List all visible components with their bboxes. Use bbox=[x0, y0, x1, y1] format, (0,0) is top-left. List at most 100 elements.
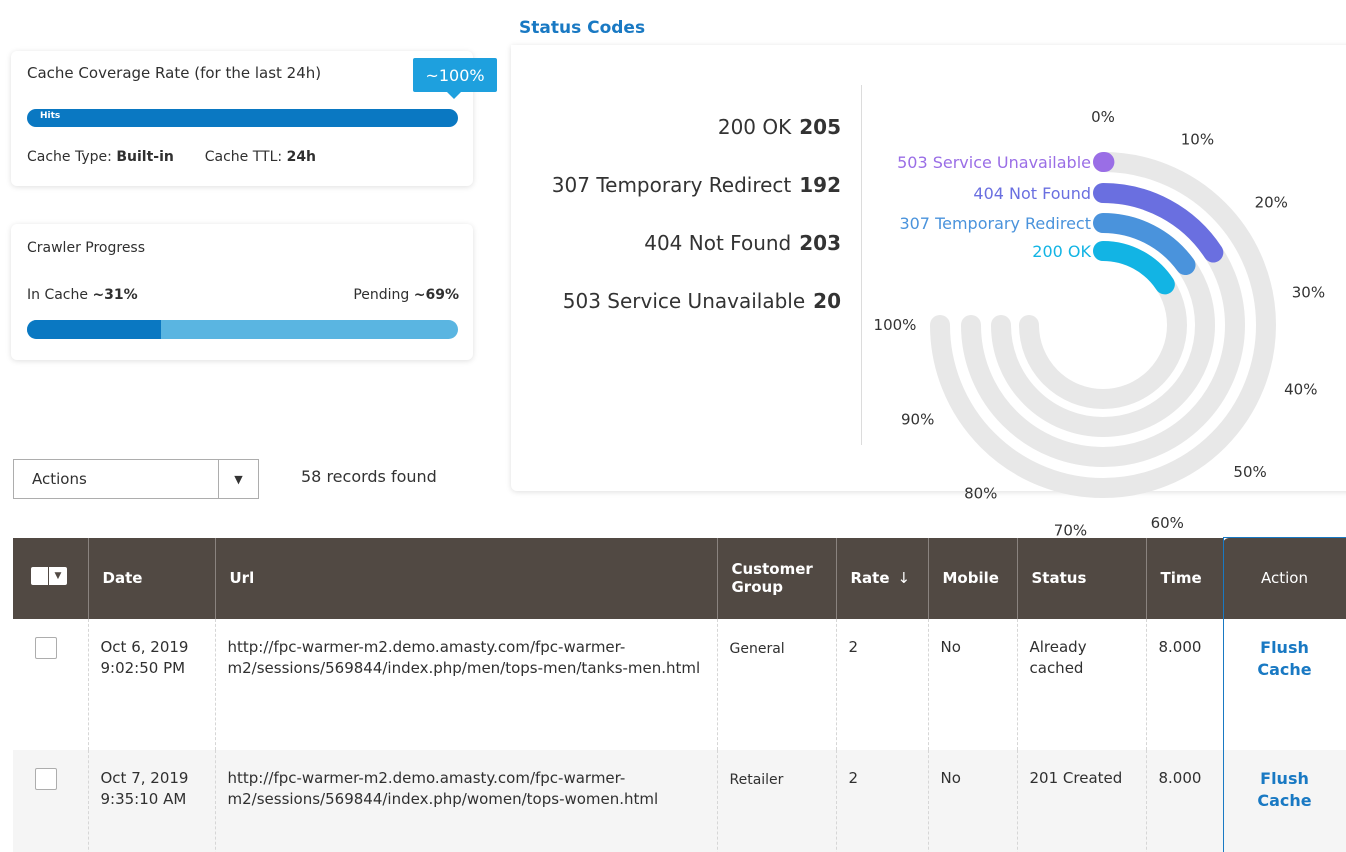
column-header-customer-group[interactable]: Customer Group bbox=[716, 537, 836, 619]
caret-down-icon[interactable]: ▼ bbox=[49, 567, 67, 585]
status-codes-panel: 200 OK 205 307 Temporary Redirect 192 404 … bbox=[511, 45, 1346, 539]
pending-text: Pending ~69% bbox=[353, 287, 459, 303]
column-header-mobile[interactable]: Mobile bbox=[927, 537, 1017, 619]
column-header-url[interactable]: Url bbox=[214, 537, 717, 619]
radial-track-0 bbox=[930, 152, 1276, 498]
status-row-307: 307 Temporary Redirect 192 bbox=[552, 173, 841, 231]
records-count: 58 records found bbox=[301, 467, 437, 486]
time-cell: 8.000 bbox=[1145, 618, 1223, 750]
panel-divider bbox=[861, 85, 862, 445]
hits-progress-bar: Hits bbox=[27, 109, 458, 127]
cache-meta: Cache Type: Built-in Cache TTL: 24h bbox=[27, 149, 316, 165]
crawler-progress-title: Crawler Progress bbox=[27, 240, 146, 256]
action-cell: Flush Cache bbox=[1222, 618, 1346, 750]
row-checkbox-cell bbox=[13, 618, 88, 750]
column-header-action: Action bbox=[1222, 537, 1346, 619]
date-value: Oct 7, 2019 bbox=[100, 768, 189, 787]
status-row-404: 404 Not Found 203 bbox=[552, 231, 841, 289]
row-checkbox-cell bbox=[13, 749, 88, 852]
radial-scale-label: 10% bbox=[1181, 131, 1214, 149]
table-row: Oct 6, 2019 9:02:50 PM http://fpc-warmer-… bbox=[13, 618, 1346, 750]
rate-cell: 2 bbox=[835, 749, 928, 852]
in-cache-label: In Cache bbox=[27, 287, 88, 303]
status-count: 205 bbox=[799, 115, 841, 139]
status-cell: Already cached bbox=[1016, 618, 1146, 750]
status-list: 200 OK 205 307 Temporary Redirect 192 404 … bbox=[552, 115, 841, 347]
status-label: 200 OK bbox=[717, 115, 792, 139]
actions-dropdown[interactable]: Actions ▼ bbox=[13, 459, 259, 499]
status-count: 203 bbox=[799, 231, 841, 255]
column-header-rate[interactable]: Rate ↓ bbox=[835, 537, 928, 619]
pending-value: ~69% bbox=[413, 287, 459, 303]
radial-scale-label: 30% bbox=[1292, 283, 1325, 301]
radial-scale-label: 80% bbox=[964, 484, 997, 502]
radial-series-label-0: 503 Service Unavailable bbox=[897, 153, 1091, 172]
time-cell: 8.000 bbox=[1145, 749, 1223, 852]
status-label: 307 Temporary Redirect bbox=[551, 173, 792, 197]
cache-coverage-title: Cache Coverage Rate (for the last 24h) bbox=[27, 64, 322, 82]
cache-coverage-badge: ~100% bbox=[413, 58, 497, 99]
crawler-log-table: ▼ Date Url Customer Group Rate ↓ Mobile S… bbox=[13, 537, 1346, 852]
cache-ttl-value: 24h bbox=[286, 149, 317, 165]
status-label: 404 Not Found bbox=[644, 231, 792, 255]
time-of-day-value: 9:02:50 PM bbox=[100, 658, 186, 677]
pending-label: Pending bbox=[353, 287, 410, 303]
sort-down-icon: ↓ bbox=[897, 569, 911, 587]
customer-group-cell: Retailer bbox=[716, 749, 836, 852]
radial-series-label-2: 307 Temporary Redirect bbox=[899, 214, 1091, 233]
cache-type-value: Built-in bbox=[116, 149, 174, 165]
in-cache-value: ~31% bbox=[92, 287, 138, 303]
row-checkbox[interactable] bbox=[35, 767, 57, 790]
date-value: Oct 6, 2019 bbox=[100, 637, 189, 656]
radial-scale-label: 60% bbox=[1151, 514, 1184, 532]
status-row-503: 503 Service Unavailable 20 bbox=[552, 289, 841, 347]
radial-bar-3 bbox=[1093, 241, 1175, 295]
action-cell: Flush Cache bbox=[1222, 749, 1346, 852]
time-of-day-value: 9:35:10 AM bbox=[100, 789, 187, 808]
radial-scale-label: 0% bbox=[1091, 108, 1115, 126]
mobile-cell: No bbox=[927, 618, 1017, 750]
rate-header-label: Rate bbox=[850, 569, 890, 587]
radial-series-label-1: 404 Not Found bbox=[973, 184, 1091, 203]
radial-scale-label: 40% bbox=[1284, 380, 1317, 398]
column-header-status[interactable]: Status bbox=[1016, 537, 1146, 619]
rate-cell: 2 bbox=[835, 618, 928, 750]
table-row: Oct 7, 2019 9:35:10 AM http://fpc-warmer-… bbox=[13, 749, 1346, 852]
url-cell: http://fpc-warmer-m2.demo.amasty.com/fpc… bbox=[214, 749, 717, 852]
hits-label: Hits bbox=[40, 111, 61, 121]
tab-status-codes[interactable]: Status Codes bbox=[511, 11, 659, 45]
flush-cache-link[interactable]: Flush Cache bbox=[1257, 769, 1311, 810]
radial-series-label-3: 200 OK bbox=[1032, 242, 1091, 261]
cache-type-label: Cache Type: bbox=[27, 149, 112, 165]
mass-select-checkbox[interactable]: ▼ bbox=[31, 567, 67, 585]
status-row-200: 200 OK 205 bbox=[552, 115, 841, 173]
mobile-cell: No bbox=[927, 749, 1017, 852]
status-count: 192 bbox=[799, 173, 841, 197]
status-radial-chart: 503 Service Unavailable 404 Not Found 307 … bbox=[874, 108, 1326, 539]
column-header-date[interactable]: Date bbox=[87, 537, 215, 619]
status-count: 20 bbox=[813, 289, 841, 313]
tab-time[interactable]: Time bbox=[651, 11, 761, 45]
row-checkbox[interactable] bbox=[35, 636, 57, 659]
crawler-progress-fill bbox=[27, 320, 161, 339]
column-header-time[interactable]: Time bbox=[1145, 537, 1223, 619]
status-label: 503 Service Unavailable bbox=[562, 289, 806, 313]
actions-dropdown-label: Actions bbox=[32, 470, 87, 488]
table-header-row: ▼ Date Url Customer Group Rate ↓ Mobile S… bbox=[13, 537, 1346, 619]
radial-scale-label: 20% bbox=[1255, 194, 1288, 212]
crawler-progress-bar bbox=[27, 320, 458, 339]
chevron-down-icon[interactable]: ▼ bbox=[218, 460, 258, 498]
radial-scale-label: 90% bbox=[901, 410, 934, 428]
mass-select-header[interactable]: ▼ bbox=[13, 537, 88, 619]
radial-scale-label: 100% bbox=[874, 316, 917, 334]
customer-group-cell: General bbox=[716, 618, 836, 750]
date-cell: Oct 6, 2019 9:02:50 PM bbox=[87, 618, 215, 750]
cache-coverage-card: Cache Coverage Rate (for the last 24h) ~… bbox=[11, 51, 497, 186]
flush-cache-link[interactable]: Flush Cache bbox=[1257, 638, 1311, 679]
date-cell: Oct 7, 2019 9:35:10 AM bbox=[87, 749, 215, 852]
crawler-progress-card: Crawler Progress In Cache ~31% Pending ~… bbox=[11, 224, 473, 360]
cache-ttl-label: Cache TTL: bbox=[204, 149, 283, 165]
url-cell: http://fpc-warmer-m2.demo.amasty.com/fpc… bbox=[214, 618, 717, 750]
radial-scale-label: 50% bbox=[1233, 463, 1266, 481]
in-cache-text: In Cache ~31% bbox=[27, 287, 138, 303]
